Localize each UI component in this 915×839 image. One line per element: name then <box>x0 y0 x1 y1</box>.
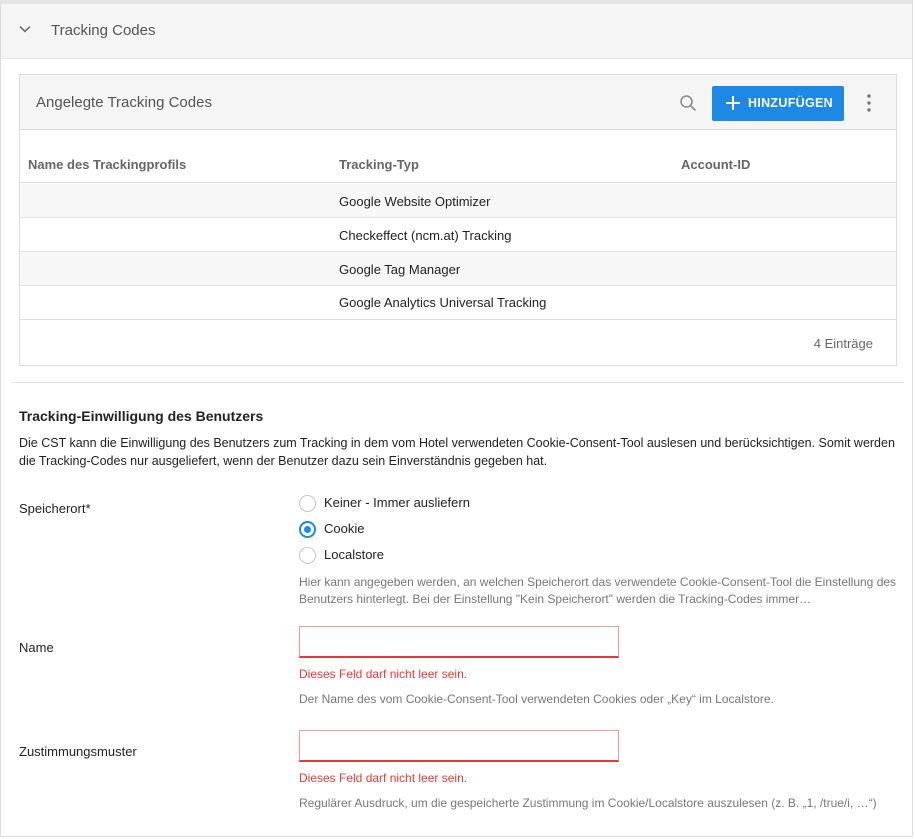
cell-type: Checkeffect (ncm.at) Tracking <box>339 228 512 243</box>
tracking-codes-panel: Tracking Codes Angelegte Tracking Codes … <box>0 0 913 837</box>
pattern-label: Zustimmungsmuster <box>19 744 137 759</box>
search-icon[interactable] <box>679 94 697 112</box>
radio-label-none: Keiner - Immer ausliefern <box>324 495 470 510</box>
table-row[interactable]: Google Tag Manager <box>20 252 896 286</box>
column-header-account-id[interactable]: Account-ID <box>681 157 750 172</box>
table-row[interactable]: Google Analytics Universal Tracking <box>20 285 896 319</box>
section-header[interactable]: Tracking Codes <box>1 4 912 59</box>
column-header-type[interactable]: Tracking-Typ <box>339 157 419 172</box>
pattern-error: Dieses Feld darf nicht leer sein. <box>299 771 468 785</box>
plus-icon <box>726 96 740 110</box>
storage-hint: Hier kann angegeben werden, an welchen S… <box>299 575 897 606</box>
name-error: Dieses Feld darf nicht leer sein. <box>299 667 468 681</box>
pattern-hint: Regulärer Ausdruck, um die gespeicherte … <box>299 796 877 810</box>
name-input[interactable] <box>299 626 619 658</box>
consent-title: Tracking-Einwilligung des Benutzers <box>19 408 264 424</box>
table-row[interactable]: Google Website Optimizer <box>20 184 896 218</box>
table-row[interactable]: Checkeffect (ncm.at) Tracking <box>20 218 896 252</box>
entry-count: 4 Einträge <box>813 336 873 351</box>
section-title: Tracking Codes <box>51 22 156 39</box>
divider <box>11 382 904 383</box>
table-header: Name des Trackingprofils Tracking-Typ Ac… <box>20 131 896 183</box>
consent-description: Die CST kann die Einwilligung des Benutz… <box>19 436 895 468</box>
radio-label-cookie: Cookie <box>324 521 365 536</box>
name-hint: Der Name des vom Cookie-Consent-Tool ver… <box>299 692 774 706</box>
tracking-codes-card: Angelegte Tracking Codes HINZUFÜGEN Name… <box>19 74 897 366</box>
add-tracking-code-button[interactable]: HINZUFÜGEN <box>712 86 844 121</box>
radio-cookie[interactable] <box>299 521 316 538</box>
storage-label: Speicherort* <box>19 501 91 516</box>
card-title: Angelegte Tracking Codes <box>36 94 212 111</box>
pattern-input[interactable] <box>299 730 619 762</box>
add-button-label: HINZUFÜGEN <box>748 96 833 110</box>
radio-localstore[interactable] <box>299 547 316 564</box>
cell-type: Google Tag Manager <box>339 262 461 277</box>
table-footer: 4 Einträge <box>20 319 896 365</box>
cell-type: Google Website Optimizer <box>339 194 491 209</box>
chevron-down-icon[interactable] <box>19 23 31 35</box>
more-vertical-icon[interactable] <box>863 92 875 114</box>
radio-label-localstore: Localstore <box>324 547 384 562</box>
name-label: Name <box>19 640 54 655</box>
column-header-name[interactable]: Name des Trackingprofils <box>28 157 186 172</box>
card-header: Angelegte Tracking Codes HINZUFÜGEN <box>20 75 896 130</box>
cell-type: Google Analytics Universal Tracking <box>339 295 547 310</box>
radio-none[interactable] <box>299 495 316 512</box>
